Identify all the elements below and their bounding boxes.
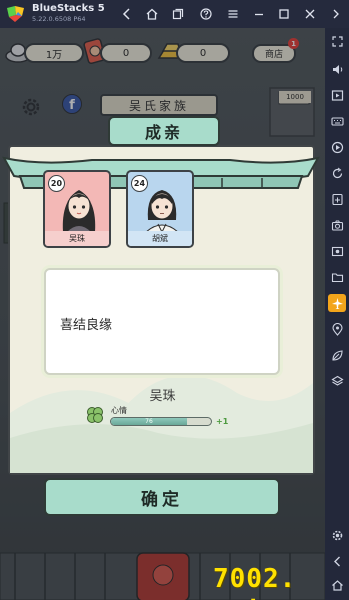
home-icon[interactable] (144, 6, 160, 22)
settings-icon[interactable] (330, 528, 344, 542)
spouse-name: 吴珠 (149, 389, 176, 404)
back-icon[interactable] (119, 6, 135, 22)
app-name: BlueStacks 5 (32, 3, 105, 14)
mood-delta: +1 (216, 417, 229, 426)
expand-icon[interactable] (328, 6, 344, 22)
app-version: 5.22.0.6508 P64 (32, 15, 86, 23)
title-bar: BlueStacks 5 5.22.0.6508 P64 (0, 0, 349, 28)
maximize-icon[interactable] (276, 6, 292, 22)
game-viewport: 1万 0 0 商店 1 f 吴氏家族 1000 成亲 20 吴珠 24 胡斌 喜… (0, 28, 325, 600)
character-name: 吴珠 (45, 231, 109, 246)
screen-recorder-icon[interactable] (330, 244, 344, 258)
message-box: 喜结良缘 (44, 268, 280, 375)
multi-instance-icon[interactable] (170, 6, 186, 22)
expand-icon[interactable] (330, 34, 344, 48)
layers-icon[interactable] (330, 374, 344, 388)
bluestacks-logo-icon (6, 5, 26, 23)
keyboard-icon[interactable] (330, 114, 344, 128)
site-watermark: 7002. net (213, 564, 297, 600)
help-icon[interactable] (198, 6, 214, 22)
message-text: 喜结良缘 (60, 318, 113, 333)
dialog-title: 成亲 (108, 116, 220, 146)
clover-icon (87, 407, 103, 423)
mood-progress-bar: 76 (110, 417, 212, 426)
folder-icon[interactable] (330, 270, 344, 284)
record-icon[interactable] (330, 140, 344, 154)
volume-icon[interactable] (330, 62, 344, 76)
mood-progress-fill: 76 (111, 418, 187, 425)
male-portrait-icon (145, 190, 179, 232)
location-icon[interactable] (330, 322, 344, 336)
character-card-male[interactable]: 24 胡斌 (126, 170, 194, 248)
media-icon[interactable] (330, 88, 344, 102)
apk-icon[interactable] (330, 192, 344, 206)
airplane-icon[interactable] (328, 294, 346, 312)
emulator-sidebar (325, 28, 349, 600)
mood-label: 心情 (111, 406, 127, 415)
menu-icon[interactable] (225, 6, 241, 22)
rotate-icon[interactable] (330, 166, 344, 180)
eco-mode-icon[interactable] (330, 348, 344, 362)
confirm-button[interactable]: 确定 (44, 478, 280, 516)
camera-icon[interactable] (330, 218, 344, 232)
minimize-icon[interactable] (251, 6, 267, 22)
character-name: 胡斌 (128, 231, 192, 246)
female-portrait-icon (62, 190, 96, 232)
close-icon[interactable] (302, 6, 318, 22)
character-card-female[interactable]: 20 吴珠 (43, 170, 111, 248)
